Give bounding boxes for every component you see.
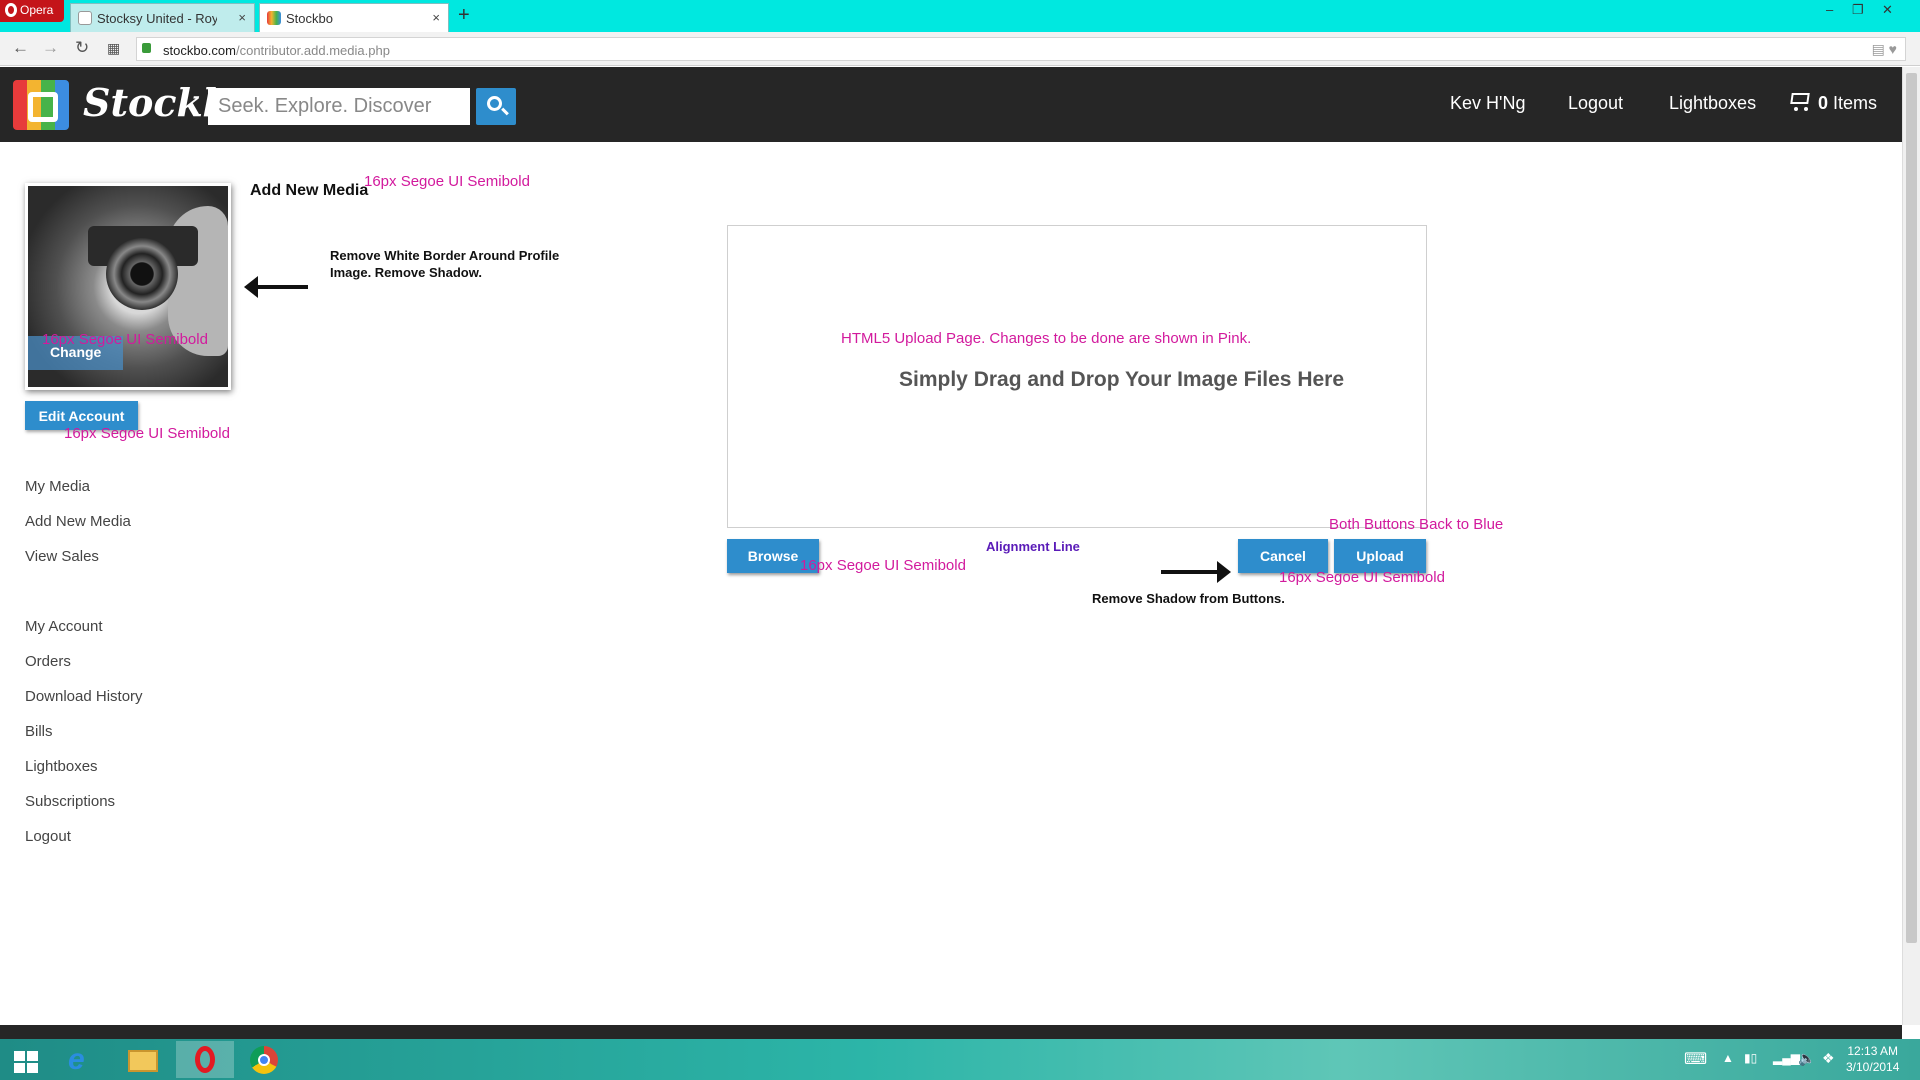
drop-zone-text: Simply Drag and Drop Your Image Files He… xyxy=(899,368,1345,391)
sidebar-item-add-new-media[interactable]: Add New Media xyxy=(25,513,131,530)
minimize-button[interactable]: – xyxy=(1826,2,1833,17)
camera-lens xyxy=(106,238,178,310)
system-clock[interactable]: 12:13 AM 3/10/2014 xyxy=(1846,1043,1899,1075)
annotation-profile-note-line2: Image. Remove Shadow. xyxy=(330,265,482,280)
annotation-edit-font: 16px Segoe UI Semibold xyxy=(64,425,230,442)
url-bar[interactable]: stockbo.com/contributor.add.media.php ▤ … xyxy=(136,37,1906,61)
sidebar-item-orders[interactable]: Orders xyxy=(25,653,71,670)
new-tab-button[interactable]: + xyxy=(458,4,470,27)
search-button[interactable] xyxy=(476,88,516,125)
heart-icon[interactable]: ▤ ♥ xyxy=(1872,41,1897,58)
back-arrow-icon[interactable]: ← xyxy=(12,38,29,58)
sidebar-item-logout[interactable]: Logout xyxy=(25,828,71,845)
cart-icon[interactable] xyxy=(1787,89,1811,113)
ie-icon: e xyxy=(68,1043,85,1076)
profile-image: Change xyxy=(25,183,231,390)
reload-icon[interactable]: ↻ xyxy=(75,38,89,58)
annotation-buttons-font: 16px Segoe UI Semibold xyxy=(1279,569,1445,586)
lock-icon xyxy=(142,43,151,53)
opera-logo-icon xyxy=(5,3,17,17)
address-toolbar: ← → ↻ ▦ stockbo.com/contributor.add.medi… xyxy=(0,32,1920,66)
forward-arrow-icon[interactable]: → xyxy=(42,38,59,58)
sidebar-item-subscriptions[interactable]: Subscriptions xyxy=(25,793,115,810)
stocksy-favicon-icon xyxy=(78,11,92,25)
clock-time: 12:13 AM xyxy=(1847,1044,1899,1058)
upload-button[interactable]: Upload xyxy=(1334,539,1426,573)
start-button[interactable] xyxy=(0,1041,58,1078)
sidebar-item-bills[interactable]: Bills xyxy=(25,723,53,740)
browser-tab-strip: Opera Stocksy United - Royalty-F × Stock… xyxy=(0,0,1920,32)
annotation-remove-shadow: Remove Shadow from Buttons. xyxy=(1092,591,1285,606)
lightboxes-link[interactable]: Lightboxes xyxy=(1669,93,1756,114)
search-input[interactable] xyxy=(208,88,470,125)
show-hidden-icons-icon[interactable]: ▲ xyxy=(1722,1051,1734,1065)
user-name-link[interactable]: Kev H'Ng xyxy=(1450,93,1525,114)
page-footer-strip xyxy=(0,1025,1902,1039)
annotation-profile-note-line1: Remove White Border Around Profile xyxy=(330,248,560,263)
scrollbar-thumb[interactable] xyxy=(1906,73,1917,943)
stockbo-logo-icon[interactable] xyxy=(13,80,69,130)
annotation-arrow-left-icon xyxy=(244,276,308,298)
tab-stocksy[interactable]: Stocksy United - Royalty-F × xyxy=(70,3,255,32)
cart-items-count[interactable]: 0 Items xyxy=(1818,93,1877,114)
annotation-buttons-blue: Both Buttons Back to Blue xyxy=(1329,516,1504,533)
dropbox-icon[interactable]: ❖ xyxy=(1822,1050,1835,1067)
annotation-browse-font: 16px Segoe UI Semibold xyxy=(800,557,966,574)
taskbar-opera[interactable] xyxy=(176,1041,234,1078)
tab-close-icon[interactable]: × xyxy=(238,10,246,25)
annotation-upload-page: HTML5 Upload Page. Changes to be done ar… xyxy=(841,330,1252,347)
search-icon xyxy=(487,96,502,111)
sidebar-item-download-history[interactable]: Download History xyxy=(25,688,143,705)
sidebar-item-view-sales[interactable]: View Sales xyxy=(25,548,99,565)
opera-menu-button[interactable]: Opera xyxy=(0,0,64,22)
opera-icon xyxy=(195,1046,215,1073)
taskbar-file-explorer[interactable] xyxy=(116,1041,174,1078)
tab-title: Stockbo xyxy=(286,11,333,26)
cancel-button[interactable]: Cancel xyxy=(1238,539,1328,573)
network-icon[interactable]: ▮▯ xyxy=(1744,1051,1757,1065)
opera-label: Opera xyxy=(20,3,54,17)
logout-link[interactable]: Logout xyxy=(1568,93,1623,114)
annotation-arrow-right-icon xyxy=(1161,561,1231,583)
tab-stockbo[interactable]: Stockbo × xyxy=(259,3,449,32)
close-window-button[interactable]: ✕ xyxy=(1882,2,1893,18)
annotation-change-font: 16px Segoe UI Semibold xyxy=(42,331,208,348)
signal-icon[interactable]: ▂▄▆ xyxy=(1773,1051,1800,1065)
annotation-title-font: 16px Segoe UI Semibold xyxy=(364,173,530,190)
url-text: stockbo.com/contributor.add.media.php xyxy=(163,43,390,58)
sidebar-item-my-account[interactable]: My Account xyxy=(25,618,103,635)
page-scrollbar[interactable] xyxy=(1902,67,1920,1025)
clock-date: 3/10/2014 xyxy=(1846,1060,1900,1074)
windows-start-icon xyxy=(14,1051,40,1073)
site-header: Stockbo Kev H'Ng Logout Lightboxes 0 Ite… xyxy=(0,67,1902,142)
page-title: Add New Media xyxy=(250,182,369,199)
file-explorer-icon xyxy=(128,1050,158,1072)
stockbo-favicon-icon xyxy=(267,11,281,25)
keyboard-icon[interactable]: ⌨ xyxy=(1684,1049,1707,1069)
sidebar-item-my-media[interactable]: My Media xyxy=(25,478,90,495)
taskbar-ie[interactable]: e xyxy=(56,1041,114,1078)
windows-taskbar: e ⌨ ▲ ▮▯ ▂▄▆ 🔈 ❖ 12:13 AM 3/10/2014 xyxy=(0,1039,1920,1080)
speed-dial-icon[interactable]: ▦ xyxy=(107,40,120,57)
tab-close-icon[interactable]: × xyxy=(432,10,440,25)
sidebar-item-lightboxes[interactable]: Lightboxes xyxy=(25,758,98,775)
volume-icon[interactable]: 🔈 xyxy=(1798,1050,1815,1067)
restore-button[interactable]: ❐ xyxy=(1852,2,1864,18)
annotation-alignment-line: Alignment Line xyxy=(986,539,1080,554)
tab-title: Stocksy United - Royalty-F xyxy=(97,11,217,26)
taskbar-chrome[interactable] xyxy=(236,1041,294,1078)
